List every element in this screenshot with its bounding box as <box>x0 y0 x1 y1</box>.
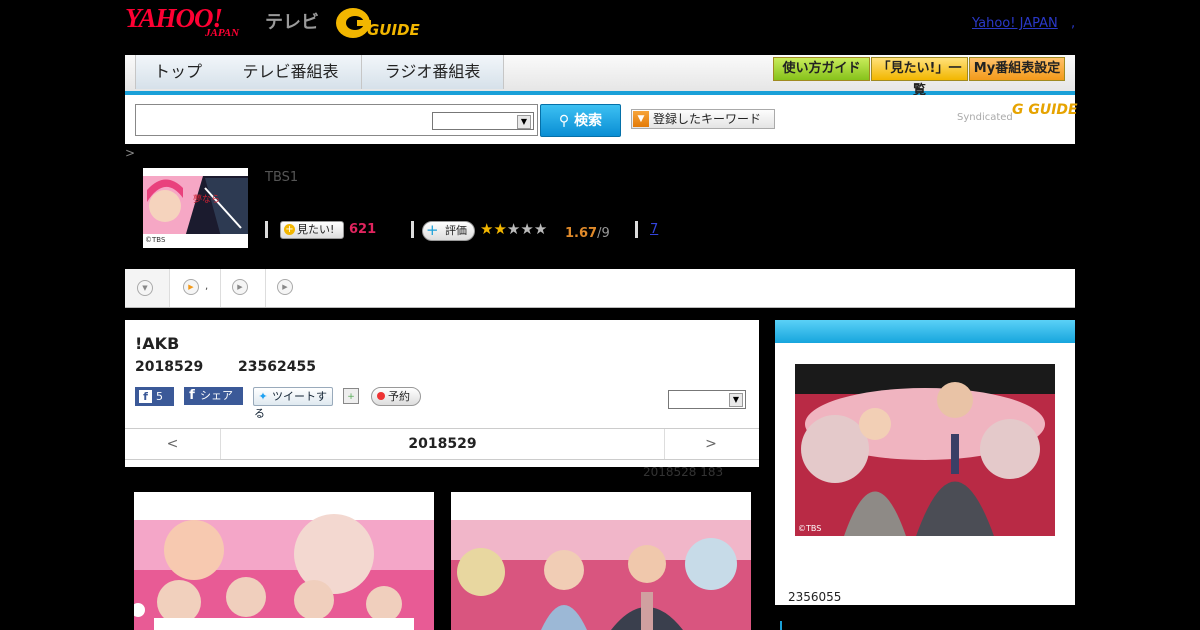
want-count: 621 <box>349 222 377 237</box>
main-nav: トップ テレビ番組表 ラジオ番組表 使い方ガイド 「見たい!」一覧 My番組表設… <box>125 55 1075 98</box>
want-list-button[interactable]: 「見たい!」一覧 <box>871 57 968 98</box>
svg-text:GUIDE: GUIDE <box>367 21 421 39</box>
play-icon: ▶ <box>183 279 199 295</box>
search-icon: ⚲ <box>558 113 570 129</box>
facebook-like-count: 5 <box>156 390 163 403</box>
prev-date-button[interactable]: < <box>125 429 220 459</box>
rate-button[interactable]: + 評価 <box>422 221 475 241</box>
rating-value: 1.67 <box>565 226 598 241</box>
divider <box>635 221 638 238</box>
facebook-like-button[interactable]: f5 <box>135 387 174 406</box>
episode-photo <box>451 520 751 630</box>
search-button[interactable]: ⚲ 検索 <box>540 104 621 137</box>
divider <box>265 221 268 238</box>
current-date: 2018529 <box>220 429 665 459</box>
tab-tv-schedule[interactable]: テレビ番組表 <box>220 55 362 89</box>
plus-icon: + <box>426 221 439 239</box>
usage-guide-button[interactable]: 使い方ガイド <box>773 57 870 81</box>
japan-logo: JAPAN <box>205 27 240 39</box>
facebook-icon: f <box>189 388 195 403</box>
side-photo[interactable]: ©TBS <box>795 354 1055 549</box>
chevron-down-icon: ▼ <box>517 115 531 129</box>
star-half-icon: ★ <box>493 220 507 238</box>
rating-stars: ★★★★★ <box>480 221 547 238</box>
gguide-logo[interactable]: GUIDE <box>335 5 430 41</box>
episode-title: !AKB <box>135 334 180 353</box>
channel-name: TBS1 <box>265 170 299 185</box>
facebook-icon: f <box>139 390 152 403</box>
reviews-link[interactable]: 7 <box>650 222 658 237</box>
program-thumbnail[interactable]: 夢なら ©TBS <box>143 168 248 248</box>
side-panel-accent <box>780 621 782 630</box>
chevron-down-icon: ▼ <box>137 280 153 296</box>
svg-text:夢なら: 夢なら <box>193 193 220 205</box>
want-to-watch-label: 見たい! <box>297 223 335 236</box>
yahoo-japan-link-suffix: , <box>1071 16 1076 31</box>
registered-keywords-button[interactable]: ▼ 登録したキーワード <box>631 109 775 129</box>
side-panel-count: 2356055 <box>788 590 842 604</box>
next-date-button[interactable]: > <box>663 429 759 459</box>
side-photo-caption: ©TBS <box>798 524 822 533</box>
plus-icon: + <box>284 224 295 235</box>
play-icon: ▶ <box>232 279 248 295</box>
tweet-button[interactable]: ✦ ツイートする <box>253 387 333 420</box>
date-navigation: < 2018529 > <box>125 428 759 460</box>
tv-label[interactable]: テレビ <box>265 8 319 34</box>
episode-photo <box>134 514 434 630</box>
episode-time: 23562455 <box>238 359 316 375</box>
play-icon: ▶ <box>277 279 293 295</box>
breadcrumb[interactable]: > <box>125 146 135 160</box>
twitter-icon: ✦ <box>258 390 268 403</box>
tab-third[interactable]: ▶ <box>221 269 266 307</box>
episode-select[interactable]: ▼ <box>668 390 746 409</box>
rating-total: /9 <box>597 226 610 241</box>
syndicated-gguide-logo: G GUIDE <box>1012 102 1078 118</box>
episode-date: 2018529 <box>135 359 204 375</box>
record-icon <box>377 392 385 400</box>
facebook-share-button[interactable]: f シェア <box>184 387 243 405</box>
tab-second[interactable]: ▶ , <box>170 269 221 307</box>
reserve-label: 予約 <box>388 390 410 403</box>
my-schedule-settings-button[interactable]: My番組表設定 <box>969 57 1065 81</box>
rating-value-group: 1.67/9 <box>565 222 610 241</box>
rate-label: 評価 <box>445 224 467 237</box>
star-filled-icon: ★ <box>480 220 494 238</box>
tab-top[interactable]: トップ <box>135 55 221 89</box>
star-empty-icon: ★ <box>506 220 521 238</box>
want-to-watch-button[interactable]: + 見たい! <box>280 221 344 239</box>
chevron-down-icon: ▼ <box>633 111 649 127</box>
divider <box>411 221 414 238</box>
search-button-label: 検索 <box>574 113 603 129</box>
photo-card[interactable] <box>451 492 751 630</box>
episode-note: 2018528 183 <box>643 465 724 479</box>
registered-keywords-label: 登録したキーワード <box>653 112 762 126</box>
tab-radio-schedule[interactable]: ラジオ番組表 <box>362 55 504 89</box>
sub-tab-bar: ▼ ▶ , ▶ ▶ <box>125 269 1075 308</box>
thumbnail-caption: ©TBS <box>145 236 166 244</box>
tab-collapse[interactable]: ▼ <box>125 269 170 307</box>
star-empty-icon: ★ <box>520 220 534 238</box>
photo-card[interactable] <box>134 492 434 630</box>
yahoo-japan-link[interactable]: Yahoo! JAPAN <box>972 16 1058 31</box>
facebook-share-label: シェア <box>200 389 233 402</box>
calendar-icon[interactable]: + <box>343 388 359 404</box>
reserve-button[interactable]: 予約 <box>371 387 421 406</box>
star-empty-icon: ★ <box>533 220 548 238</box>
syndicated-label: Syndicated <box>957 112 1013 123</box>
tab-second-label: , <box>205 281 209 292</box>
chevron-down-icon: ▼ <box>729 393 743 407</box>
side-photo-image <box>795 364 1055 549</box>
search-category-select[interactable]: ▼ <box>432 112 534 130</box>
side-panel-header <box>775 320 1075 343</box>
tab-fourth[interactable]: ▶ <box>266 269 310 307</box>
